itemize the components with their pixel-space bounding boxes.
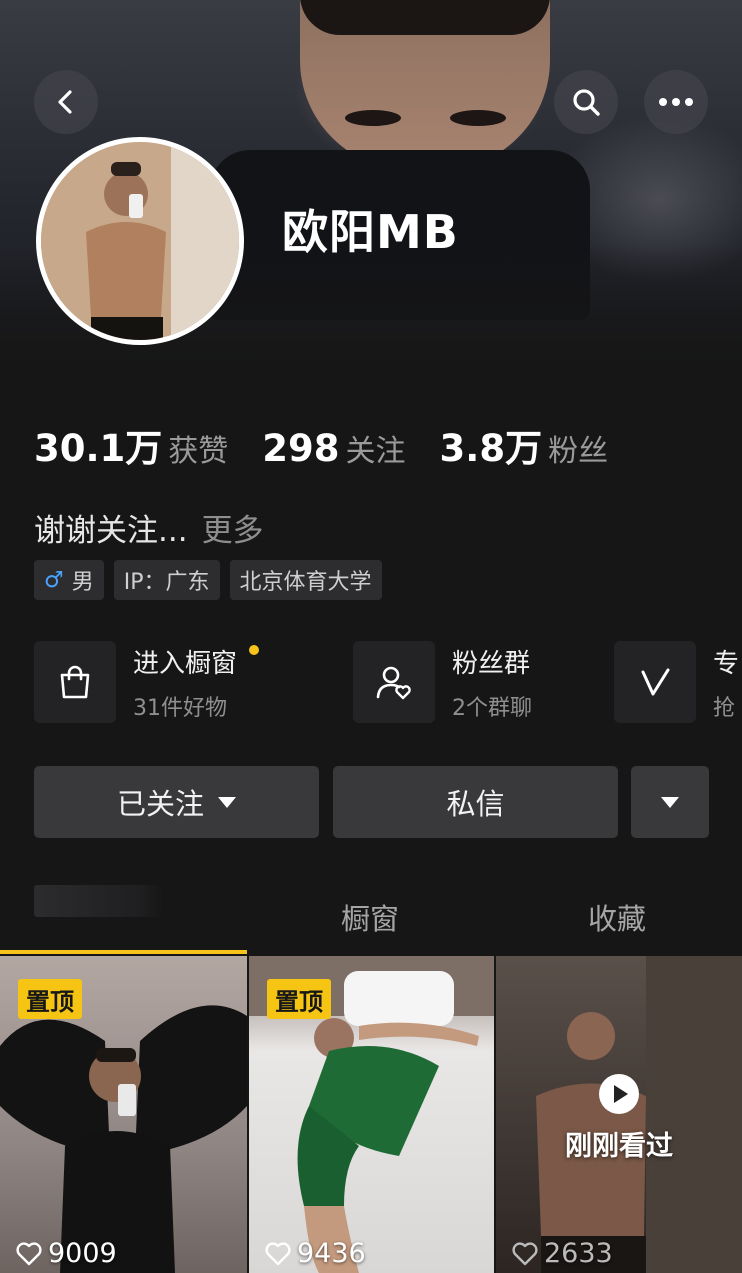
back-arrow-icon xyxy=(58,90,72,114)
back-button[interactable] xyxy=(34,70,98,134)
like-count: 9009 xyxy=(16,1238,117,1269)
bio-more-link[interactable]: 更多 xyxy=(202,513,264,549)
showcase-subtitle: 31件好物 xyxy=(133,695,227,721)
profile-tags: ♂ 男 IP：广东 北京体育大学 xyxy=(34,560,382,600)
video-thumbnail[interactable]: 置顶 9009 xyxy=(0,956,247,1273)
avatar[interactable] xyxy=(36,137,244,345)
fan-group-icon-box xyxy=(353,641,435,723)
fan-group-icon xyxy=(376,666,411,700)
new-dot xyxy=(249,644,259,655)
follow-button[interactable]: 已关注 xyxy=(34,766,319,838)
active-tab-indicator xyxy=(0,950,247,954)
more-dots-icon xyxy=(659,98,693,106)
message-button[interactable]: 私信 xyxy=(333,766,618,838)
likes-count[interactable]: 30.1万 xyxy=(34,418,162,472)
search-button[interactable] xyxy=(554,70,618,134)
search-icon xyxy=(573,89,600,116)
exclusive-subtitle: 抢 xyxy=(713,695,736,721)
chevron-down-icon xyxy=(661,796,679,808)
likes-label[interactable]: 获赞 xyxy=(168,426,228,470)
shopping-bag-icon xyxy=(60,665,90,699)
bio-text: 谢谢关注... xyxy=(34,513,188,549)
more-actions-button[interactable] xyxy=(631,766,709,838)
exclusive-title: 专 xyxy=(713,648,740,679)
tab-showcase[interactable]: 橱窗 xyxy=(341,896,399,938)
cover-photo-eye xyxy=(345,110,401,126)
fan-group-title: 粉丝群 xyxy=(452,648,531,679)
tab-works-blurred[interactable] xyxy=(34,885,164,917)
like-count-value: 9009 xyxy=(48,1238,117,1269)
showcase-icon-box xyxy=(34,641,116,723)
like-count: 9436 xyxy=(265,1238,366,1269)
pinned-badge: 置顶 xyxy=(267,979,331,1019)
recently-watched-label: 刚刚看过 xyxy=(565,1131,673,1162)
showcase-entry[interactable]: 进入橱窗 31件好物 xyxy=(34,641,259,723)
avatar-photo xyxy=(41,142,239,340)
cover-photo-eye xyxy=(450,110,506,126)
tab-favorites[interactable]: 收藏 xyxy=(588,896,646,938)
pinned-badge: 置顶 xyxy=(18,979,82,1019)
like-count-value: 9436 xyxy=(297,1238,366,1269)
exclusive-icon-box xyxy=(614,641,696,723)
heart-icon xyxy=(265,1241,291,1265)
ip-tag: IP：广东 xyxy=(113,560,220,600)
cover-photo-hair xyxy=(300,0,550,35)
followers-count[interactable]: 3.8万 xyxy=(440,418,543,472)
following-label[interactable]: 关注 xyxy=(346,426,406,470)
gender-tag: ♂ 男 xyxy=(34,560,104,600)
following-count[interactable]: 298 xyxy=(262,427,339,470)
play-icon xyxy=(599,1074,639,1114)
video-thumbnail[interactable]: 刚刚看过 2633 xyxy=(496,956,742,1273)
like-count: 2633 xyxy=(512,1238,613,1269)
exclusive-entry[interactable]: 专 抢 xyxy=(614,641,739,723)
showcase-title: 进入橱窗 xyxy=(133,648,238,679)
follow-label: 已关注 xyxy=(116,787,204,821)
school-tag[interactable]: 北京体育大学 xyxy=(229,560,382,600)
male-icon: ♂ xyxy=(44,567,64,593)
like-count-value: 2633 xyxy=(544,1238,613,1269)
gender-label: 男 xyxy=(71,570,94,595)
dropdown-caret-icon xyxy=(218,796,236,808)
fan-group-subtitle: 2个群聊 xyxy=(452,695,532,721)
heart-icon xyxy=(16,1241,42,1265)
more-options-button[interactable] xyxy=(644,70,708,134)
heart-icon xyxy=(512,1241,538,1265)
bio: 谢谢关注... 更多 xyxy=(34,505,264,550)
message-label: 私信 xyxy=(446,787,505,821)
v-icon xyxy=(641,668,670,696)
recently-watched-overlay: 刚刚看过 xyxy=(496,1074,742,1163)
profile-name: 欧阳MB xyxy=(282,205,459,259)
followers-label[interactable]: 粉丝 xyxy=(548,426,608,470)
profile-stats: 30.1万 获赞 298 关注 3.8万 粉丝 xyxy=(34,418,642,472)
fan-group-entry[interactable]: 粉丝群 2个群聊 xyxy=(353,641,532,723)
video-thumbnail[interactable]: 置顶 9436 xyxy=(249,956,494,1273)
